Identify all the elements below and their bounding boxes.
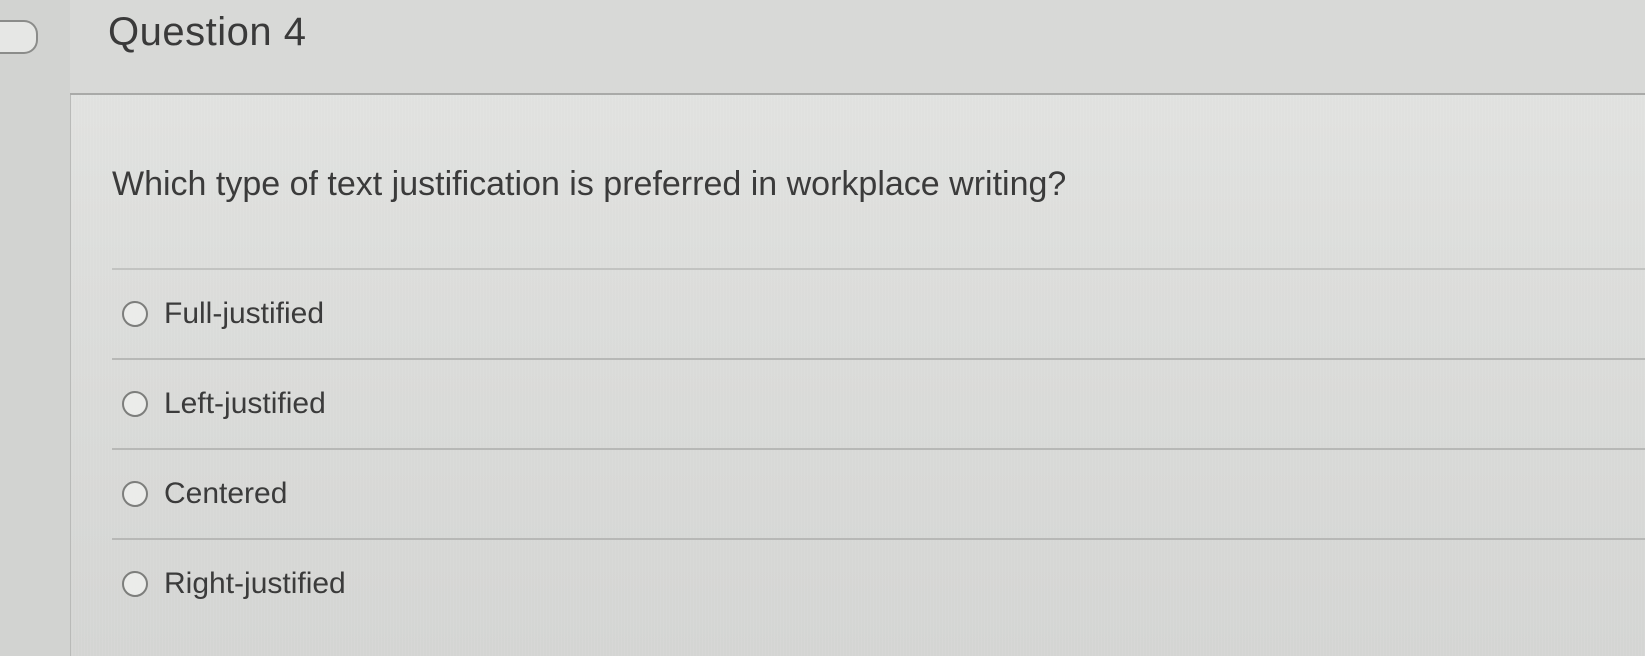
question-prompt: Which type of text justification is pref… <box>112 165 1067 203</box>
answer-option-right-justified[interactable]: Right-justified <box>112 538 1645 628</box>
question-title: Question 4 <box>108 10 307 54</box>
answer-label: Right-justified <box>164 567 346 600</box>
answer-option-centered[interactable]: Centered <box>112 448 1645 538</box>
answer-label: Left-justified <box>164 387 326 420</box>
radio-button-icon[interactable] <box>122 301 148 327</box>
left-gutter <box>0 0 71 656</box>
question-flag-icon[interactable] <box>0 20 38 54</box>
question-header: Question 4 <box>70 0 1645 95</box>
answer-option-left-justified[interactable]: Left-justified <box>112 358 1645 448</box>
radio-button-icon[interactable] <box>122 391 148 417</box>
radio-button-icon[interactable] <box>122 481 148 507</box>
answer-label: Centered <box>164 477 288 510</box>
answer-option-full-justified[interactable]: Full-justified <box>112 268 1645 358</box>
radio-button-icon[interactable] <box>122 571 148 597</box>
answer-list: Full-justified Left-justified Centered R… <box>112 268 1645 628</box>
answer-label: Full-justified <box>164 297 325 330</box>
quiz-screen: Question 4 Which type of text justificat… <box>0 0 1645 656</box>
